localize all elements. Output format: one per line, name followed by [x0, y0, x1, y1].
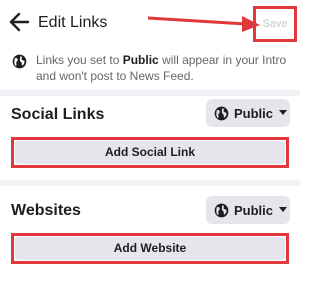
social-privacy-label: Public [234, 105, 274, 121]
websites-title: Websites [11, 202, 81, 219]
edit-links-screen: Edit Links Save Links you set to Public … [0, 0, 300, 287]
back-button[interactable] [8, 12, 30, 32]
websites-privacy-label: Public [234, 202, 274, 218]
header: Edit Links Save [0, 0, 300, 45]
social-privacy-selector[interactable]: Public [206, 99, 290, 127]
social-links-title: Social Links [11, 106, 105, 123]
globe-icon [214, 203, 229, 217]
info-text: Links you set to Public will appear in y… [36, 52, 298, 84]
globe-icon [214, 106, 229, 120]
globe-icon [12, 54, 27, 69]
arrow-left-icon [9, 12, 30, 32]
caret-down-icon [279, 207, 288, 212]
section-divider [0, 90, 300, 96]
add-website-button[interactable]: Add Website [15, 237, 285, 260]
annotation-arrow [148, 16, 260, 32]
page-title: Edit Links [38, 14, 108, 31]
info-text-bold: Public [122, 53, 159, 67]
caret-down-icon [279, 110, 288, 115]
info-text-start: Links you set to [36, 53, 123, 67]
section-divider [0, 180, 300, 186]
websites-privacy-selector[interactable]: Public [206, 196, 290, 224]
save-button[interactable]: Save [256, 9, 294, 39]
add-social-link-button[interactable]: Add Social Link [15, 141, 285, 164]
